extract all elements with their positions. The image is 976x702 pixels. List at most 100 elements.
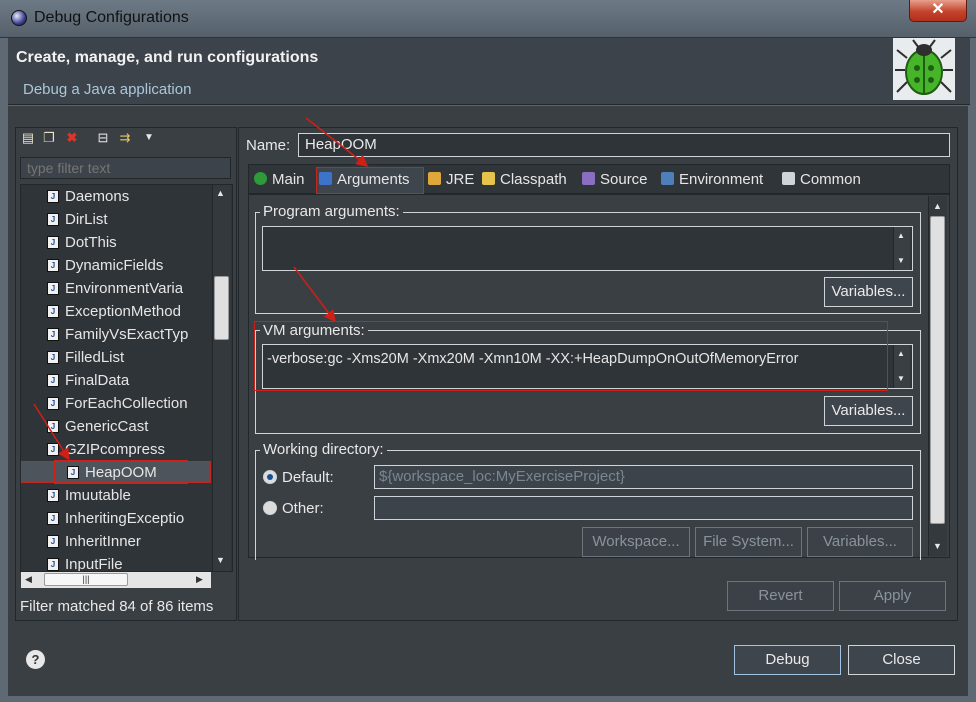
tab-main[interactable]: Main: [254, 171, 305, 188]
bug-icon: [893, 38, 955, 100]
tree-item[interactable]: J Imuutable: [47, 485, 131, 507]
name-field[interactable]: HeapOOM: [298, 133, 950, 157]
vm-args-variables-button[interactable]: Variables...: [824, 396, 913, 426]
vm-args-label: VM arguments:: [260, 322, 368, 339]
program-args-variables-button[interactable]: Variables...: [824, 277, 913, 307]
tree-item-label: FilledList: [65, 349, 125, 366]
java-app-icon: J: [47, 489, 59, 502]
tree-item[interactable]: J FinalData: [47, 370, 130, 392]
java-app-icon: J: [47, 374, 59, 387]
tree-item[interactable]: J GZIPcompress: [47, 439, 166, 461]
close-button[interactable]: Close: [848, 645, 955, 675]
help-icon[interactable]: ?: [26, 650, 45, 669]
tree-item[interactable]: J ForEachCollection: [47, 393, 188, 415]
tree-item-label: InputFile: [65, 556, 123, 572]
tree-item-label: HeapOOM: [85, 464, 157, 481]
content-scroll-thumb[interactable]: [930, 216, 945, 524]
working-dir-label: Working directory:: [260, 441, 387, 458]
workspace-button[interactable]: Workspace...: [582, 527, 690, 557]
window-frame-bottom: [0, 696, 976, 702]
tree-scroll-thumb[interactable]: [214, 276, 229, 340]
other-dir-field[interactable]: [374, 496, 913, 520]
debug-button[interactable]: Debug: [734, 645, 841, 675]
arguments-icon: [319, 172, 332, 185]
dropdown-arrow-icon[interactable]: ▼: [142, 131, 156, 145]
tab-classpath[interactable]: Classpath: [482, 171, 567, 188]
tree-item[interactable]: J InheritInner: [47, 531, 141, 553]
working-dir-variables-button[interactable]: Variables...: [807, 527, 913, 557]
program-args-label: Program arguments:: [260, 203, 403, 220]
tree-item[interactable]: J FamilyVsExactTyp: [47, 324, 188, 346]
scroll-up-icon[interactable]: ▲: [897, 349, 905, 358]
program-args-textarea[interactable]: [262, 226, 913, 271]
tree-vertical-scrollbar[interactable]: [212, 185, 231, 571]
tree-item[interactable]: J InputFile: [47, 554, 123, 572]
tree-item-label: DirList: [65, 211, 108, 228]
scroll-right-icon[interactable]: ▶: [196, 574, 203, 585]
window-frame-left: [0, 38, 8, 702]
config-tree[interactable]: J Daemons J DirList J DotThis J DynamicField…: [20, 184, 233, 572]
filter-input[interactable]: [20, 157, 231, 179]
java-app-icon: J: [47, 213, 59, 226]
tree-item-selected[interactable]: J HeapOOM: [21, 461, 211, 483]
window-title: Debug Configurations: [34, 9, 189, 26]
java-app-icon: J: [47, 236, 59, 249]
tree-item[interactable]: J DynamicFields: [47, 255, 163, 277]
delete-icon[interactable]: ✖: [65, 131, 79, 145]
scroll-down-icon[interactable]: ▼: [216, 555, 225, 565]
tree-item-label: FinalData: [65, 372, 130, 389]
tree-item[interactable]: J GenericCast: [47, 416, 149, 438]
tree-item-label: Daemons: [65, 188, 130, 205]
tree-item[interactable]: J EnvironmentVaria: [47, 278, 183, 300]
new-config-icon[interactable]: ▤: [21, 131, 35, 145]
environment-icon: [661, 172, 674, 185]
name-label: Name:: [246, 137, 291, 154]
collapse-all-icon[interactable]: ⊟: [96, 131, 110, 145]
tab-label: Environment: [679, 171, 764, 188]
close-window-button[interactable]: ✕: [909, 0, 967, 22]
apply-button[interactable]: Apply: [839, 581, 946, 611]
tree-item[interactable]: J Daemons: [47, 186, 130, 208]
java-app-icon: J: [47, 558, 59, 571]
tab-label: Main: [272, 171, 305, 188]
scroll-up-icon[interactable]: ▲: [933, 201, 942, 211]
scroll-left-icon[interactable]: ◀: [25, 574, 32, 585]
tree-item[interactable]: J DirList: [47, 209, 108, 231]
tree-hscroll-thumb[interactable]: |||: [44, 573, 128, 586]
tree-item-label: ExceptionMethod: [65, 303, 181, 320]
scroll-up-icon[interactable]: ▲: [897, 231, 905, 240]
tab-environment[interactable]: Environment: [661, 171, 763, 188]
tree-item-label: InheritingExceptio: [65, 510, 185, 527]
scroll-down-icon[interactable]: ▼: [933, 541, 942, 551]
file-system-button[interactable]: File System...: [695, 527, 802, 557]
tab-source[interactable]: Source: [582, 171, 648, 188]
default-radio-label: Default:: [282, 469, 334, 486]
vm-args-textarea[interactable]: -verbose:gc -Xms20M -Xmx20M -Xmn10M -XX:…: [262, 344, 913, 389]
java-app-icon: J: [47, 512, 59, 525]
classpath-icon: [482, 172, 495, 185]
tab-arguments[interactable]: Arguments: [319, 171, 410, 188]
tab-common[interactable]: Common: [782, 171, 861, 188]
tree-item-label: GZIPcompress: [65, 441, 166, 458]
revert-button[interactable]: Revert: [727, 581, 834, 611]
default-radio[interactable]: [263, 470, 277, 484]
tab-label: Source: [600, 171, 648, 188]
duplicate-icon[interactable]: ❐: [42, 131, 56, 145]
tab-jre[interactable]: JRE: [428, 171, 474, 188]
java-app-icon: J: [47, 190, 59, 203]
java-app-icon: J: [67, 466, 79, 479]
filter-icon[interactable]: ⇉: [118, 131, 132, 145]
scroll-down-icon[interactable]: ▼: [897, 374, 905, 383]
tree-item[interactable]: J DotThis: [47, 232, 117, 254]
main-class-icon: [254, 172, 267, 185]
dialog-title: Create, manage, and run configurations: [16, 49, 319, 66]
tree-item-label: DotThis: [65, 234, 117, 251]
scroll-down-icon[interactable]: ▼: [897, 256, 905, 265]
tree-item[interactable]: J InheritingExceptio: [47, 508, 185, 530]
other-radio[interactable]: [263, 501, 277, 515]
tree-item-label: GenericCast: [65, 418, 149, 435]
scroll-up-icon[interactable]: ▲: [216, 188, 225, 198]
java-app-icon: J: [47, 420, 59, 433]
tree-item[interactable]: J ExceptionMethod: [47, 301, 181, 323]
tree-item[interactable]: J FilledList: [47, 347, 125, 369]
